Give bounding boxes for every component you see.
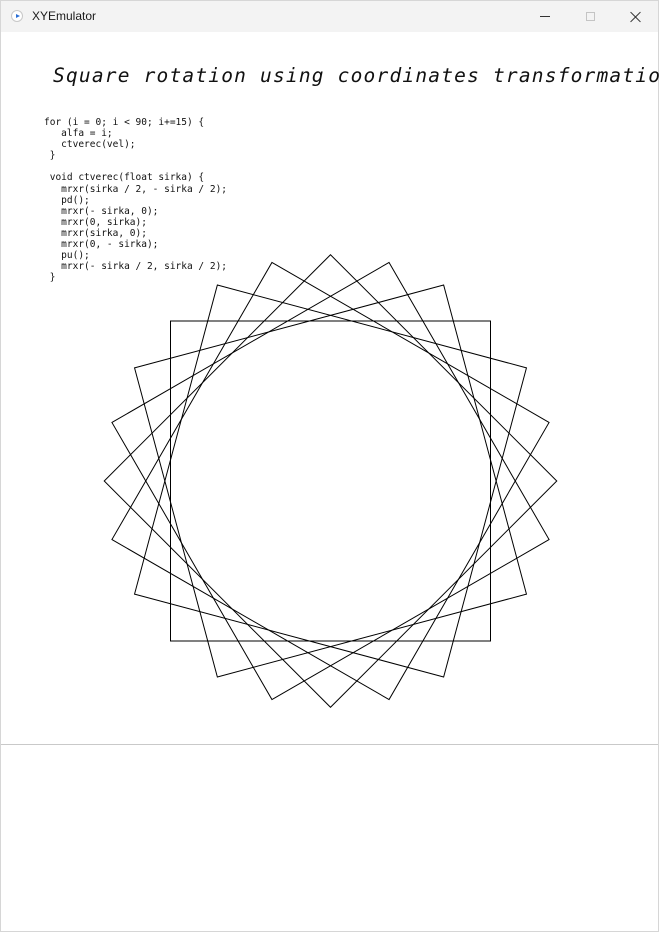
- code-line: mrxr(sirka / 2, - sirka / 2);: [44, 183, 228, 195]
- code-listing: for (i = 0; i < 90; i+=15) { alfa = i; c…: [44, 117, 227, 283]
- code-line: mrxr(- sirka, 0);: [44, 205, 159, 217]
- canvas-heading: Square rotation using coordinates transf…: [53, 64, 659, 87]
- rotated-square: [170, 320, 491, 642]
- code-line: pd();: [44, 194, 90, 206]
- code-line: alfa = i;: [44, 128, 113, 140]
- code-line: mrxr(0, - sirka);: [44, 239, 159, 251]
- app-window: XYEmulator Square rotation using coordin…: [0, 0, 659, 932]
- rotated-squares-drawing: [103, 254, 558, 708]
- code-line: }: [44, 150, 56, 162]
- code-line: ctverec(vel);: [44, 139, 136, 151]
- rotated-square: [133, 284, 528, 678]
- code-line: mrxr(0, sirka);: [44, 216, 147, 228]
- code-line: mrxr(- sirka / 2, sirka / 2);: [44, 261, 228, 273]
- rotated-square: [111, 261, 550, 701]
- rotated-square: [103, 254, 558, 708]
- code-line: mrxr(sirka, 0);: [44, 227, 147, 239]
- code-line: void ctverec(float sirka) {: [44, 172, 205, 184]
- code-line: pu();: [44, 250, 90, 262]
- code-line: for (i = 0; i < 90; i+=15) {: [44, 117, 205, 128]
- code-line: }: [44, 272, 56, 284]
- rotated-square: [133, 284, 528, 678]
- lower-pane: [1, 745, 658, 931]
- rotated-square: [111, 261, 550, 701]
